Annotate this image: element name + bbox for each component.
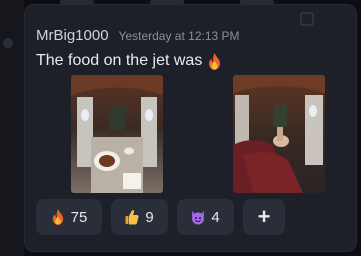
message-header: MrBig1000 Yesterday at 12:13 PM [36, 27, 240, 44]
fire-icon [51, 209, 65, 225]
timestamp: Yesterday at 12:13 PM [118, 29, 240, 43]
reaction-count: 75 [70, 208, 88, 226]
thumbs-up-icon [125, 209, 139, 225]
jet-interior-photo[interactable] [233, 75, 325, 193]
message-text: The food on the jet was [36, 52, 221, 70]
message-action-icon[interactable] [300, 12, 314, 26]
reaction-thumbs-up[interactable]: 9 [111, 199, 168, 235]
screen: MrBig1000 Yesterday at 12:13 PM The food… [0, 0, 361, 256]
fire-icon [208, 52, 221, 70]
reaction-count: 9 [145, 208, 154, 226]
jet-interior-food-photo[interactable] [71, 75, 163, 193]
reaction-devil[interactable]: 4 [177, 199, 234, 235]
rail-indicator [3, 38, 13, 48]
reaction-count: 4 [211, 208, 220, 226]
plus-icon: + [257, 204, 271, 229]
devil-icon [191, 209, 205, 225]
message-body: The food on the jet was [36, 52, 203, 69]
reaction-fire[interactable]: 75 [36, 199, 102, 235]
username[interactable]: MrBig1000 [36, 27, 109, 44]
add-reaction-button[interactable]: + [243, 199, 285, 235]
reactions-bar: 75 9 4 + [36, 199, 285, 235]
left-rail [0, 0, 24, 256]
